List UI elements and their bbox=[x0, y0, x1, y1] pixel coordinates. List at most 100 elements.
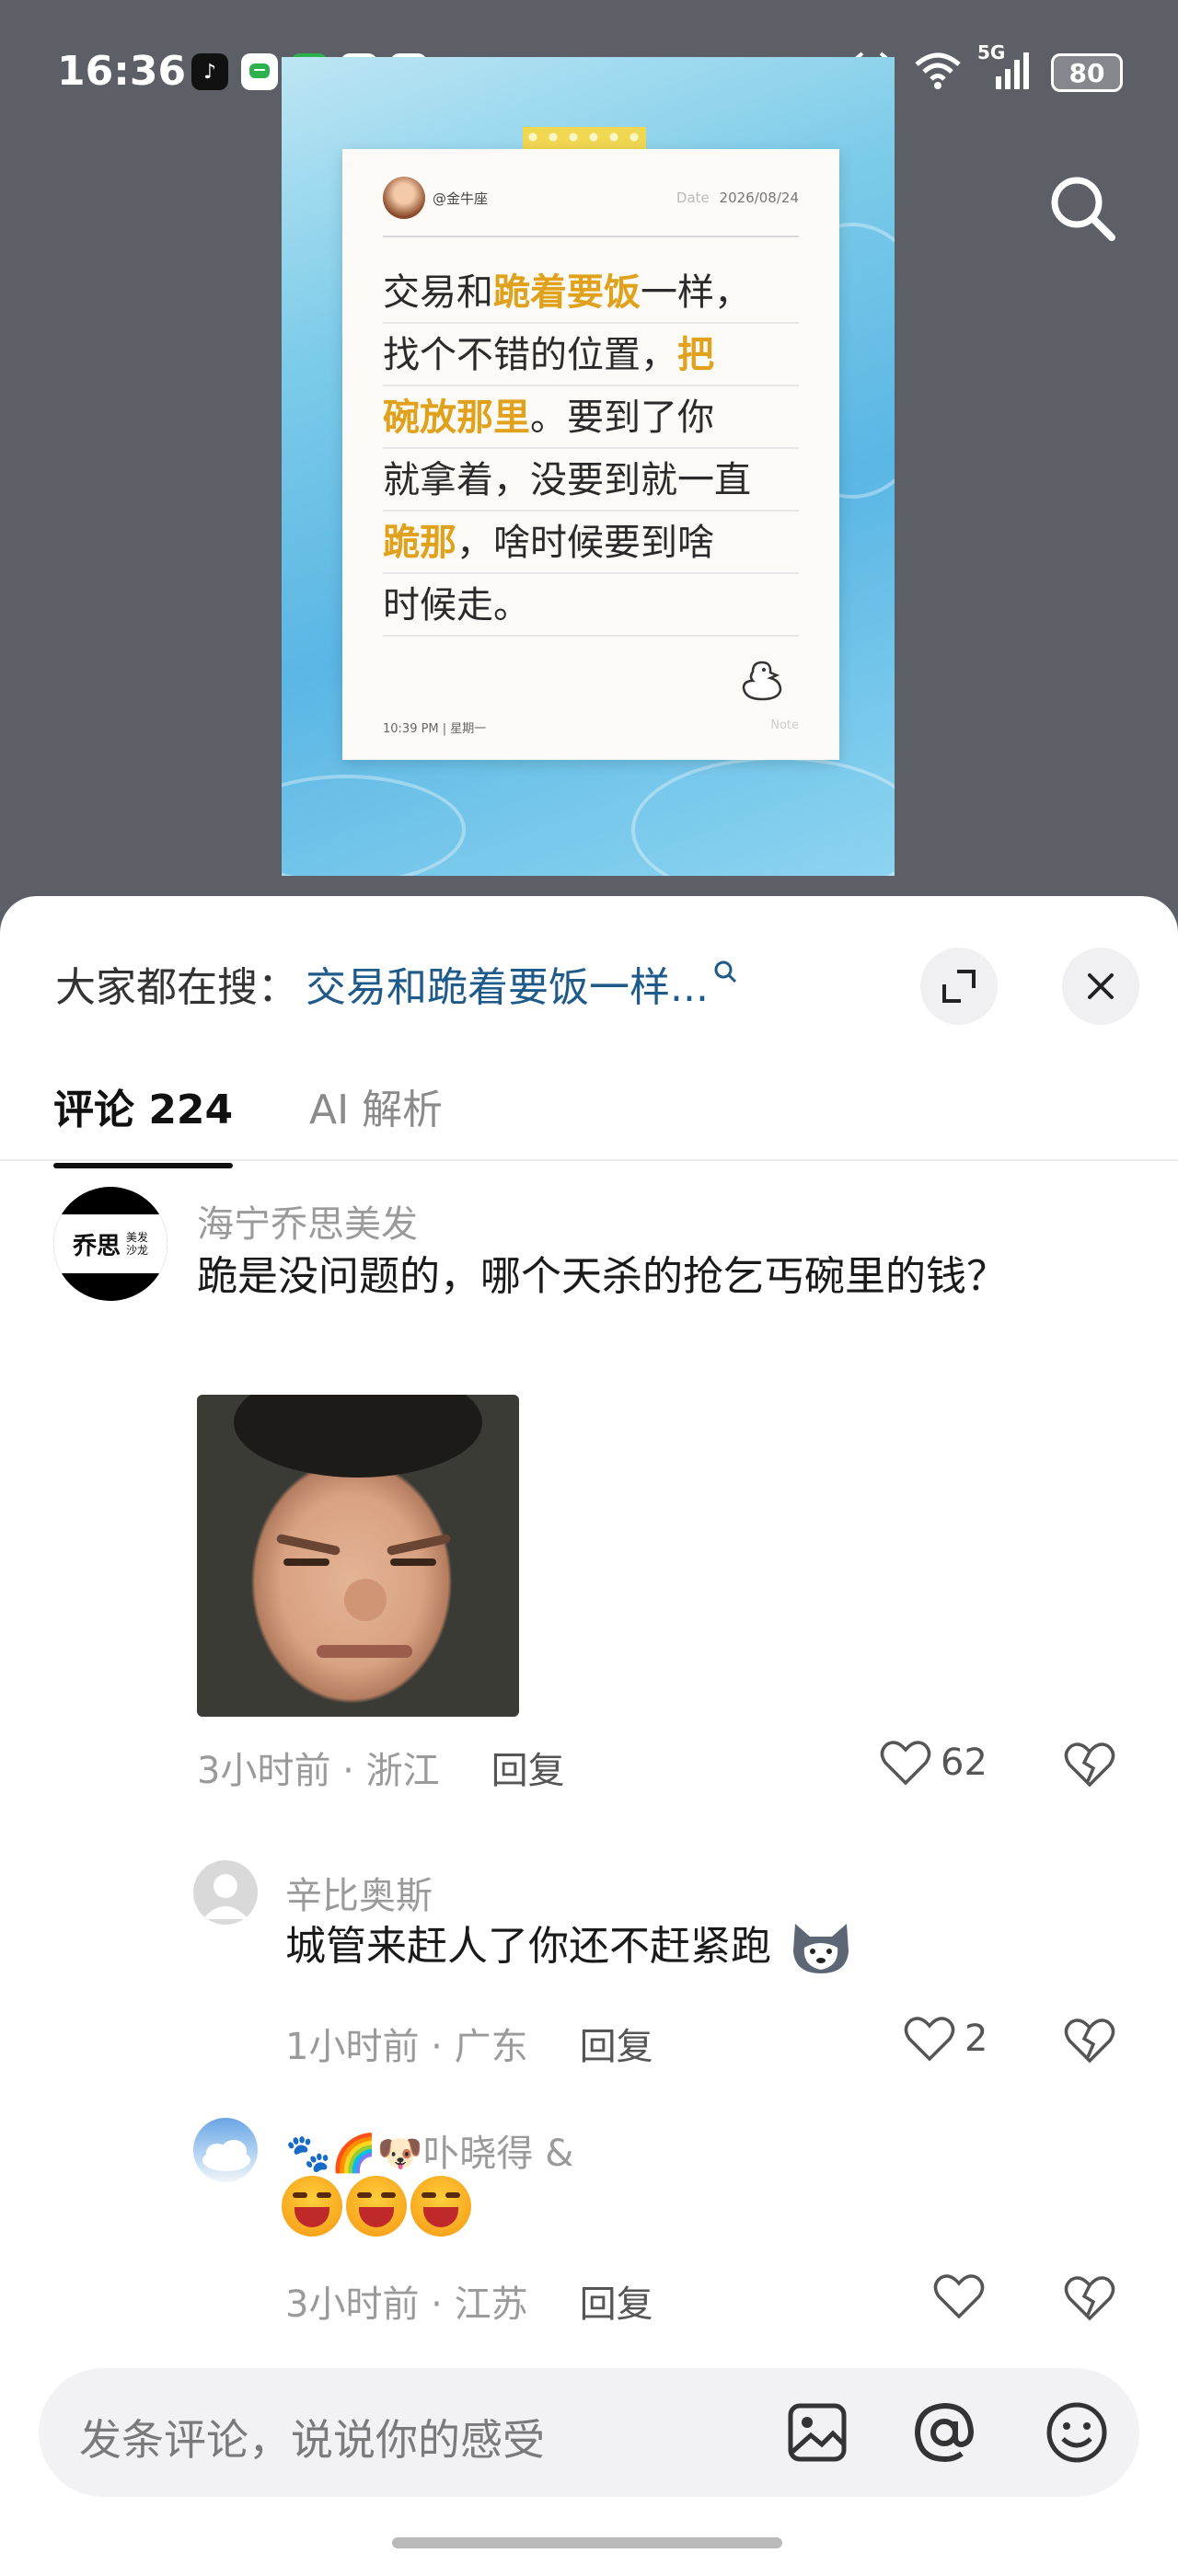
comment-username[interactable]: 辛比奥斯 bbox=[285, 1866, 433, 1919]
post-image[interactable]: @金牛座 Date 2026/08/24 交易和跪着要饭一样， 找个不错的位置，把… bbox=[282, 57, 895, 876]
cloud-avatar-icon bbox=[202, 2140, 250, 2171]
note-plain-text: 找个不错的位置， bbox=[383, 334, 677, 376]
broken-heart-icon bbox=[1064, 1742, 1115, 1788]
note-line: 碗放那里。要到了你 bbox=[383, 386, 799, 449]
heart-icon bbox=[880, 1741, 931, 1786]
avatar-logo: 乔思 美发 沙龙 bbox=[53, 1214, 167, 1273]
like-button[interactable] bbox=[933, 2272, 985, 2320]
comment-meta: 3小时前 · 浙江 回复 bbox=[197, 1741, 565, 1794]
comment-emoji-row bbox=[282, 2175, 1091, 2237]
note-avatar bbox=[383, 177, 425, 219]
avatar[interactable] bbox=[193, 2118, 258, 2182]
default-avatar-icon bbox=[202, 1874, 248, 1919]
tiktok-icon: ♪ bbox=[191, 53, 228, 90]
note-line: 就拿着，没要到就一直 bbox=[383, 449, 799, 512]
note-date-label: Date bbox=[676, 190, 710, 206]
reply-button[interactable]: 回复 bbox=[491, 1741, 565, 1794]
tab-ai-analysis[interactable]: AI 解析 bbox=[309, 1076, 443, 1135]
comment-sheet: 大家都在搜： 交易和跪着要饭一样... 评论 224 AI 解析 乔思 美发 沙龙… bbox=[0, 896, 1178, 2576]
like-count: 62 bbox=[941, 1742, 987, 1784]
avatar[interactable] bbox=[193, 1860, 258, 1925]
comment-sticker-image[interactable] bbox=[197, 1395, 519, 1717]
close-icon bbox=[1088, 973, 1114, 999]
note-highlight-text: 碗放那里 bbox=[383, 396, 530, 439]
note-plain-text: 时候走。 bbox=[383, 584, 530, 627]
comment-text-row: 城管来赶人了你还不赶紧跑 bbox=[285, 1917, 1095, 1977]
comment-text: 城管来赶人了你还不赶紧跑 bbox=[285, 1923, 771, 1970]
note-line: 跪那，啥时候要到啥 bbox=[383, 512, 799, 574]
laughing-cry-emoji-icon bbox=[346, 2176, 407, 2237]
comment-reply-item: 🐾🌈🐶卟晓得 & 3小时前 · 江苏 回复 bbox=[0, 2118, 1178, 2357]
network-type-label: 5G bbox=[977, 41, 1006, 63]
comment-meta: 3小时前 · 江苏 回复 bbox=[285, 2274, 653, 2328]
note-username: @金牛座 bbox=[433, 190, 489, 207]
note-user: @金牛座 bbox=[383, 177, 488, 219]
note-header: @金牛座 Date 2026/08/24 bbox=[383, 177, 799, 237]
comment-reply-item: 辛比奥斯 城管来赶人了你还不赶紧跑 1小时前 · 广东 回复 2 bbox=[0, 1860, 1178, 2099]
water-ripple bbox=[631, 756, 895, 876]
comment-text: 跪是没问题的，哪个天杀的抢乞丐碗里的钱？ bbox=[197, 1253, 1007, 1300]
note-text: 交易和跪着要饭一样， 找个不错的位置，把 碗放那里。要到了你 就拿着，没要到就一直 跪那… bbox=[383, 261, 799, 637]
like-count: 2 bbox=[964, 2018, 988, 2060]
comment-username[interactable]: 海宁乔思美发 bbox=[197, 1194, 418, 1248]
comment-time-location: 3小时前 · 浙江 bbox=[197, 1750, 440, 1792]
comment-item: 乔思 美发 沙龙 海宁乔思美发 跪是没问题的，哪个天杀的抢乞丐碗里的钱？ 3小时前… bbox=[0, 1187, 1178, 1792]
mention-icon[interactable] bbox=[909, 2398, 979, 2467]
emoji-picker-icon[interactable] bbox=[1042, 2398, 1112, 2467]
wifi-icon bbox=[913, 52, 963, 94]
laughing-cry-emoji-icon bbox=[282, 2176, 342, 2237]
note-plain-text: 一样， bbox=[641, 271, 751, 314]
avatar-logo-text: 乔思 bbox=[72, 1232, 121, 1260]
note-highlight-text: 跪着要饭 bbox=[493, 270, 641, 314]
reply-button[interactable]: 回复 bbox=[580, 2274, 653, 2328]
note-plain-text: 就拿着，没要到就一直 bbox=[383, 459, 751, 501]
note-plain-text: ，啥时候要到啥 bbox=[456, 522, 714, 564]
small-search-icon bbox=[712, 959, 738, 991]
broken-heart-icon bbox=[1064, 2276, 1115, 2321]
tab-comments[interactable]: 评论 224 bbox=[53, 1076, 234, 1168]
comment-time-location: 1小时前 · 广东 bbox=[285, 2026, 528, 2068]
broken-heart-icon bbox=[1064, 2018, 1115, 2064]
expand-icon bbox=[942, 970, 976, 1003]
search-icon[interactable] bbox=[1045, 171, 1119, 245]
water-ripple bbox=[282, 775, 466, 876]
image-picker-icon[interactable] bbox=[782, 2398, 852, 2467]
like-button[interactable]: 2 bbox=[904, 2015, 987, 2063]
status-time: 16:36 bbox=[57, 48, 187, 95]
dislike-button[interactable] bbox=[1064, 2017, 1115, 2068]
comment-meta: 1小时前 · 广东 回复 bbox=[285, 2017, 653, 2070]
heart-icon bbox=[904, 2017, 955, 2062]
note-date: Date 2026/08/24 bbox=[676, 190, 799, 206]
dislike-button[interactable] bbox=[1064, 1741, 1115, 1792]
reply-button[interactable]: 回复 bbox=[580, 2017, 653, 2070]
comment-input-placeholder[interactable]: 发条评论，说说你的感受 bbox=[79, 2407, 545, 2467]
comment-input-bar[interactable]: 发条评论，说说你的感受 bbox=[39, 2368, 1139, 2497]
trending-search-term[interactable]: 交易和跪着要饭一样... bbox=[306, 954, 709, 1013]
expand-button[interactable] bbox=[920, 948, 998, 1025]
close-button[interactable] bbox=[1062, 948, 1139, 1025]
note-footer-label: Note bbox=[770, 719, 799, 732]
comment-username[interactable]: 🐾🌈🐶卟晓得 & bbox=[285, 2123, 573, 2177]
home-indicator[interactable] bbox=[392, 2537, 782, 2548]
dislike-button[interactable] bbox=[1064, 2274, 1115, 2326]
avatar[interactable]: 乔思 美发 沙龙 bbox=[53, 1187, 167, 1301]
note-footer-time: 10:39 PM | 星期一 bbox=[383, 722, 487, 736]
trending-search-prefix: 大家都在搜： bbox=[55, 964, 298, 1011]
note-date-value: 2026/08/24 bbox=[719, 190, 799, 206]
husky-emoji-icon bbox=[793, 1924, 849, 1973]
note-highlight-text: 跪那 bbox=[383, 521, 456, 564]
duck-icon bbox=[736, 659, 788, 713]
laughing-cry-emoji-icon bbox=[410, 2176, 471, 2237]
battery-indicator: 80 bbox=[1051, 53, 1123, 92]
like-button[interactable]: 62 bbox=[880, 1739, 987, 1787]
avatar-logo-sub: 美发 沙龙 bbox=[126, 1231, 149, 1257]
messages-icon bbox=[241, 53, 278, 90]
comment-time-location: 3小时前 · 江苏 bbox=[285, 2283, 528, 2326]
note-plain-text: 交易和 bbox=[383, 271, 493, 314]
trending-search-row[interactable]: 大家都在搜： 交易和跪着要饭一样... bbox=[55, 942, 1139, 1025]
note-highlight-text: 把 bbox=[677, 333, 714, 376]
note-plain-text: 。要到了你 bbox=[530, 397, 714, 439]
heart-icon bbox=[933, 2274, 985, 2319]
note-footer: 10:39 PM | 星期一 Note bbox=[383, 719, 799, 736]
note-paper: @金牛座 Date 2026/08/24 交易和跪着要饭一样， 找个不错的位置，把… bbox=[342, 149, 839, 760]
